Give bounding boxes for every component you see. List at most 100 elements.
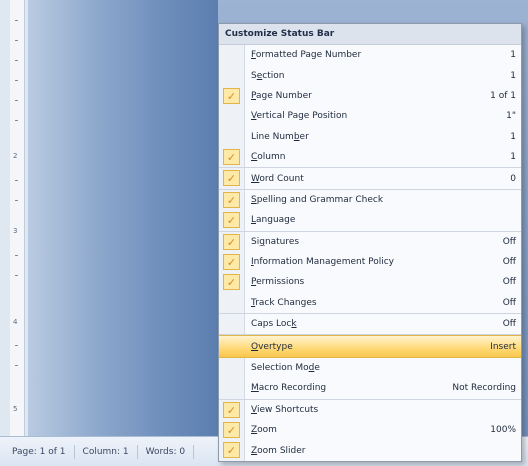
- ruler-number: 5: [13, 405, 18, 413]
- checkmark-icon: ✓: [223, 401, 240, 418]
- menu-item[interactable]: ✓ Language: [219, 210, 521, 232]
- menu-item-value: Off: [502, 319, 516, 330]
- menu-item[interactable]: ✓ Permissions Off: [219, 272, 521, 292]
- menu-item-label: Section: [251, 71, 284, 81]
- label-text: ction: [262, 70, 285, 81]
- label-text: nformation Management Policy: [253, 257, 394, 268]
- menu-item-value: 1: [510, 50, 516, 61]
- menu-item-value: 1: [510, 152, 516, 163]
- menu-item-label: Vertical Page Position: [251, 111, 347, 121]
- menu-item[interactable]: Formatted Page Number 1: [219, 45, 521, 65]
- ruler-tick: [15, 275, 18, 276]
- menu-item-label: Column: [251, 152, 285, 162]
- menu-item[interactable]: Overtype Insert: [219, 335, 521, 358]
- menu-item[interactable]: Vertical Page Position 1": [219, 106, 521, 126]
- ruler-tick: [15, 20, 18, 21]
- menu-item[interactable]: ✓ Zoom 100%: [219, 420, 521, 440]
- menu-title: Customize Status Bar: [219, 24, 521, 45]
- label-text: oom Slider: [257, 445, 306, 456]
- menu-item[interactable]: Selection Mode: [219, 358, 521, 378]
- menu-item-value: Off: [502, 236, 516, 247]
- ruler-tick: [15, 365, 18, 366]
- menu-item-value: Insert: [490, 341, 516, 352]
- menu-item[interactable]: ✓ Signatures Off: [219, 232, 521, 252]
- label-text: oom: [257, 425, 277, 436]
- menu-item[interactable]: Macro Recording Not Recording: [219, 378, 521, 400]
- vertical-ruler: 2 3 4 5: [10, 0, 25, 436]
- menu-item-label: Caps Lock: [251, 319, 297, 329]
- menu-item[interactable]: Line Number 1: [219, 127, 521, 147]
- ruler-number: 4: [13, 318, 18, 326]
- document-canvas[interactable]: [28, 0, 218, 436]
- label-text: ord Count: [259, 173, 304, 184]
- label-text: ormatted Page Number: [255, 50, 362, 61]
- menu-item[interactable]: Section 1: [219, 65, 521, 85]
- menu-item-label: Macro Recording: [251, 383, 326, 393]
- status-word-count[interactable]: Words: 0: [138, 444, 195, 459]
- label-text: acro Recording: [258, 383, 327, 394]
- ruler-tick: [15, 255, 18, 256]
- label-text: rack Changes: [255, 297, 317, 308]
- menu-item-label: Information Management Policy: [251, 257, 394, 267]
- checkmark-icon: ✓: [223, 148, 240, 165]
- menu-item-value: 1 of 1: [490, 90, 516, 101]
- ruler-number: 3: [13, 227, 18, 235]
- menu-item-label: Spelling and Grammar Check: [251, 195, 383, 205]
- ruler-tick: [15, 180, 18, 181]
- label-text: age Number: [256, 90, 312, 101]
- menu-item[interactable]: Caps Lock Off: [219, 314, 521, 336]
- menu-item[interactable]: ✓ Zoom Slider: [219, 440, 521, 460]
- access-key: k: [291, 319, 297, 330]
- menu-item[interactable]: Track Changes Off: [219, 293, 521, 315]
- ruler-tick: [15, 345, 18, 346]
- menu-item[interactable]: ✓ Information Management Policy Off: [219, 252, 521, 272]
- menu-item[interactable]: ✓ Column 1: [219, 147, 521, 169]
- label-text: Selection Mo: [251, 363, 309, 374]
- status-page-number[interactable]: Page: 1 of 1: [0, 444, 75, 459]
- ruler-tick: [15, 60, 18, 61]
- label-text: Caps Loc: [251, 319, 292, 330]
- menu-item-value: 1": [506, 111, 516, 122]
- menu-item-label: Zoom Slider: [251, 446, 305, 456]
- label-text: vertype: [258, 341, 293, 352]
- ruler-tick: [15, 200, 18, 201]
- checkmark-icon: ✓: [223, 233, 240, 250]
- label-text: ermissions: [256, 277, 305, 288]
- access-key: M: [251, 383, 259, 394]
- checkmark-icon: ✓: [223, 253, 240, 270]
- ruler-number: 2: [13, 152, 18, 160]
- checkmark-icon: ✓: [223, 87, 240, 104]
- label-text: e: [314, 363, 320, 374]
- menu-item-label: View Shortcuts: [251, 405, 318, 415]
- ruler-tick: [15, 80, 18, 81]
- menu-item-label: Language: [251, 215, 295, 225]
- menu-item-value: 1: [510, 70, 516, 81]
- menu-item-value: Off: [502, 277, 516, 288]
- ruler-tick: [15, 120, 18, 121]
- label-text: er: [299, 131, 309, 142]
- menu-item[interactable]: ✓ Word Count 0: [219, 168, 521, 190]
- menu-item-value: 100%: [490, 425, 516, 436]
- menu-items: Formatted Page Number 1 Section 1 ✓ Page Numb…: [219, 45, 521, 461]
- menu-item-label: Line Number: [251, 132, 309, 142]
- ruler-tick: [15, 40, 18, 41]
- label-text: ertical Page Position: [256, 111, 348, 122]
- menu-item-label: Permissions: [251, 277, 304, 287]
- menu-item-label: Formatted Page Number: [251, 50, 361, 60]
- label-text: anguage: [256, 215, 296, 226]
- menu-item[interactable]: ✓ View Shortcuts: [219, 400, 521, 420]
- label-text: iew Shortcuts: [256, 404, 319, 415]
- label-text: pelling and Grammar Check: [256, 194, 384, 205]
- menu-item-value: Off: [502, 297, 516, 308]
- checkmark-icon: ✓: [223, 170, 240, 187]
- checkmark-icon: ✓: [223, 191, 240, 208]
- menu-item-label: Page Number: [251, 91, 312, 101]
- status-column[interactable]: Column: 1: [75, 444, 138, 459]
- label-text: Line Num: [251, 131, 294, 142]
- menu-item[interactable]: ✓ Page Number 1 of 1: [219, 86, 521, 106]
- label-text: Si: [251, 236, 260, 247]
- menu-item[interactable]: ✓ Spelling and Grammar Check: [219, 190, 521, 210]
- label-text: natures: [264, 236, 300, 247]
- menu-item-label: Word Count: [251, 174, 304, 184]
- menu-item-label: Track Changes: [251, 298, 317, 308]
